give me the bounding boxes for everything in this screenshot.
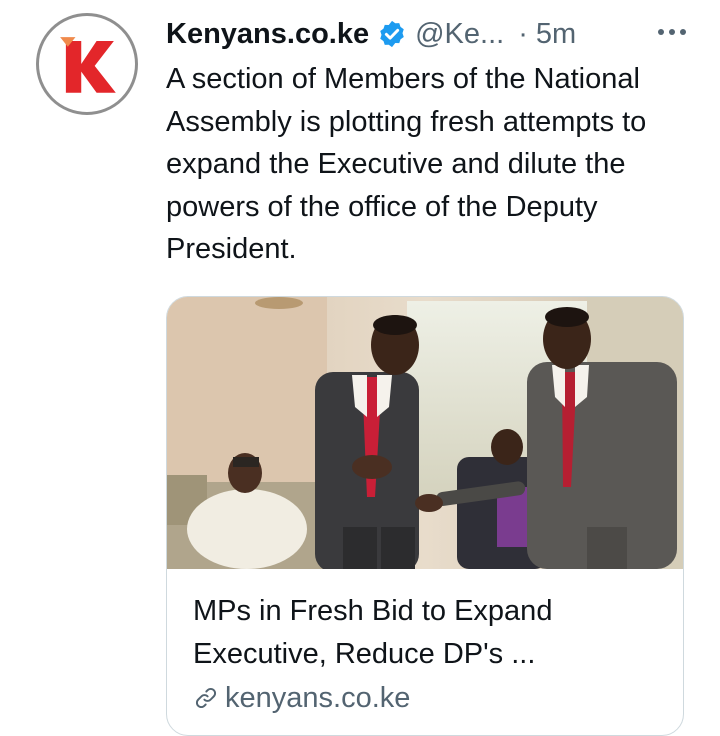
tweet-header: Kenyans.co.ke @Ke... · 5m	[166, 14, 700, 54]
card-domain-text: kenyans.co.ke	[225, 681, 411, 714]
author-avatar[interactable]	[36, 13, 138, 115]
card-title[interactable]: MPs in Fresh Bid to Expand Executive, Re…	[193, 590, 663, 676]
more-options-icon[interactable]	[654, 20, 690, 44]
kenyans-logo-icon	[60, 37, 116, 93]
author-name[interactable]: Kenyans.co.ke	[166, 18, 369, 51]
card-domain[interactable]: kenyans.co.ke	[193, 680, 410, 716]
card-image[interactable]	[167, 297, 683, 569]
verified-badge-icon	[377, 19, 407, 49]
link-icon	[193, 685, 219, 711]
link-preview-card[interactable]: MPs in Fresh Bid to Expand Executive, Re…	[166, 296, 684, 736]
author-handle[interactable]: @Ke...	[415, 18, 504, 51]
separator-dot: ·	[518, 17, 528, 50]
tweet-text: A section of Members of the National Ass…	[166, 63, 647, 265]
tweet-timestamp[interactable]: 5m	[536, 18, 576, 51]
